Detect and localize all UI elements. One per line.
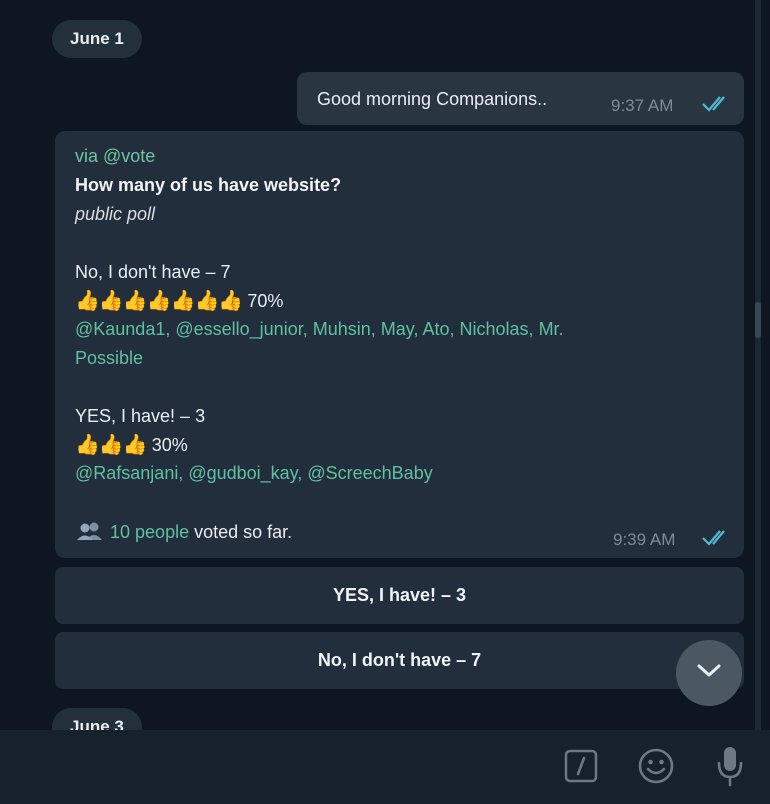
vote-no-button[interactable]: No, I don't have – 7 — [55, 632, 744, 689]
voter-link[interactable]: @ScreechBaby — [307, 463, 432, 483]
vote-yes-button[interactable]: YES, I have! – 3 — [55, 567, 744, 624]
voice-button[interactable] — [712, 746, 748, 790]
emoji-icon — [637, 747, 675, 790]
option1-label: No, I don't have – 7 — [75, 262, 231, 282]
thumbs-up-icon: 👍👍👍 — [75, 434, 148, 456]
footer-text: voted so far. — [194, 522, 293, 542]
composer-bar — [0, 730, 770, 804]
voter-link[interactable]: Possible — [75, 348, 143, 369]
scrollbar-thumb[interactable] — [755, 302, 761, 338]
thumbs-up-icon: 👍👍👍👍👍👍👍 — [75, 290, 243, 312]
date-pill: June 3 — [52, 708, 142, 730]
bot-command-button[interactable] — [563, 749, 599, 788]
message-time: 9:37 AM — [611, 96, 674, 115]
option1-bar: 👍👍👍👍👍👍👍 70% — [75, 288, 283, 313]
voter-link[interactable]: Nicholas — [460, 319, 529, 339]
option2-bar: 👍👍👍 30% — [75, 432, 188, 457]
poll-footer: 10 people voted so far. — [75, 521, 292, 543]
command-icon — [564, 749, 598, 788]
double-check-icon — [701, 528, 731, 551]
voter-link[interactable]: Muhsin — [313, 319, 371, 339]
voter-link[interactable]: @essello_junior — [175, 319, 302, 339]
date-pill: June 1 — [52, 20, 142, 58]
outgoing-message[interactable]: Good morning Companions.. 9:37 AM — [297, 72, 744, 125]
voter-link[interactable]: @gudboi_kay — [188, 463, 297, 483]
option1-voters: @Kaunda1, @essello_junior, Muhsin, May, … — [75, 319, 564, 339]
voter-link[interactable]: @Rafsanjani — [75, 463, 178, 483]
voter-link[interactable]: Ato — [422, 319, 449, 339]
option2-percent: 30% — [151, 435, 188, 455]
poll-message[interactable]: via @vote How many of us have website? p… — [55, 131, 744, 558]
message-time: 9:39 AM — [613, 530, 676, 549]
emoji-button[interactable] — [636, 748, 676, 788]
poll-question: How many of us have website? — [75, 175, 342, 195]
scroll-down-button[interactable] — [676, 640, 742, 706]
scrollbar-track[interactable] — [755, 0, 761, 730]
double-check-icon — [701, 94, 731, 117]
voter-link[interactable]: @Kaunda1 — [75, 319, 165, 339]
people-icon — [75, 522, 110, 542]
chevron-down-icon — [695, 662, 723, 685]
microphone-icon — [715, 745, 745, 792]
option2-label: YES, I have! – 3 — [75, 406, 206, 426]
poll-type: public poll — [75, 204, 156, 224]
people-count-link[interactable]: 10 people — [110, 522, 189, 542]
option1-percent: 70% — [247, 291, 284, 311]
chat-area: June 1 Good morning Companions.. 9:37 AM… — [0, 0, 770, 730]
message-text: Good morning Companions.. — [317, 89, 548, 109]
option2-voters: @Rafsanjani, @gudboi_kay, @ScreechBaby — [75, 463, 433, 483]
voter-link[interactable]: May — [381, 319, 414, 339]
voter-link[interactable]: Mr. — [539, 319, 564, 339]
via-bot-label[interactable]: via @vote — [75, 146, 155, 167]
